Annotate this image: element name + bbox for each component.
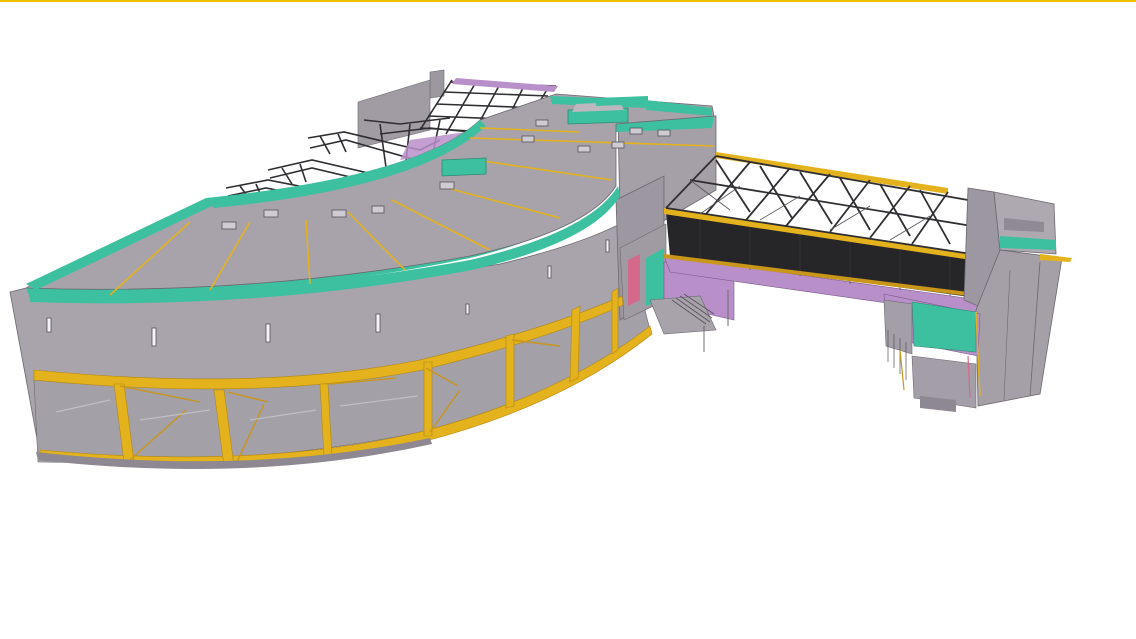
bim-model-3d-view[interactable] [0,0,1136,639]
east-stair-tower [963,187,1072,407]
east-landing-block [883,293,981,412]
model-viewport[interactable] [0,0,1136,639]
back-stair-tower [357,69,445,149]
